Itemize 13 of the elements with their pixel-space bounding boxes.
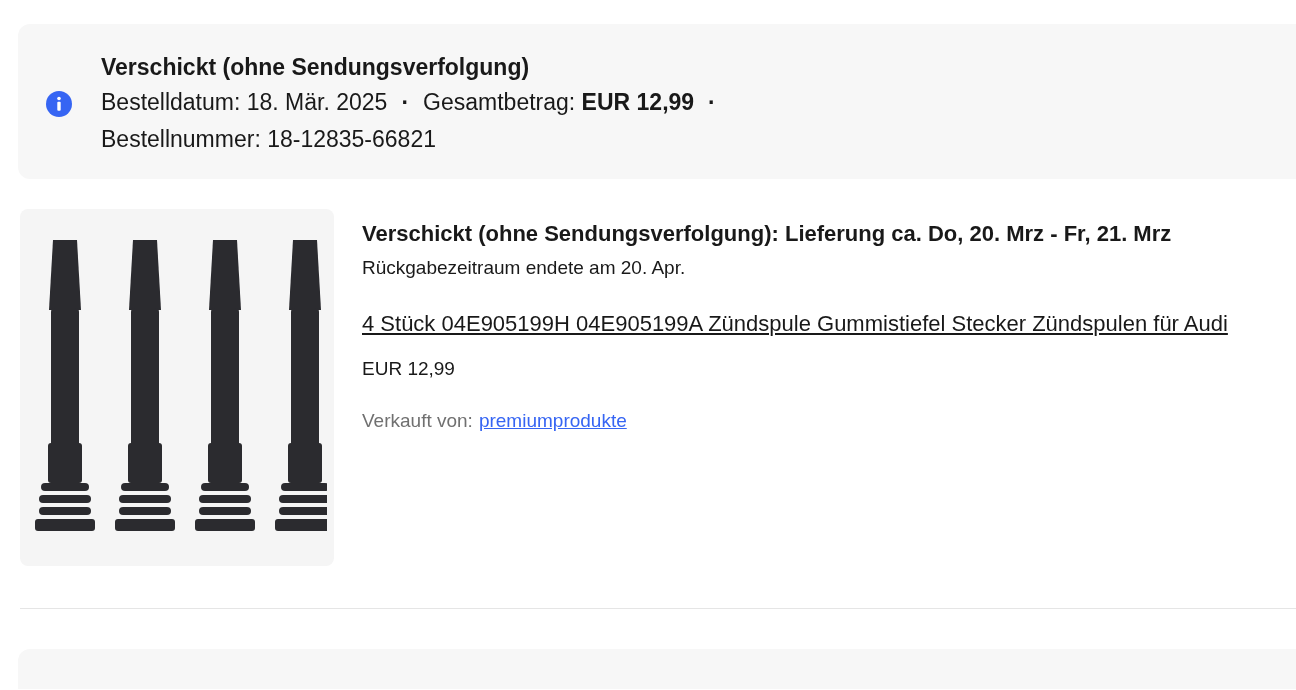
return-note: Rückgabezeitraum endete am 20. Apr. [362,257,687,279]
order-detail: Bestelldatum: 18. Mär. 2025 [101,89,388,116]
separator-dot: · [401,89,410,116]
seller-link[interactable]: premiumprodukte [478,410,627,431]
order-status: Verschickt (ohne Sendungsverfolgung) [101,54,531,81]
order-detail: Bestellnummer: 18-12835-66821 [101,126,436,153]
product-title-link[interactable]: 4 Stück 04E905199H 04E905199A Zündspule Gummistiefel Stecker Zündspulen für Audi [362,303,1242,344]
item-price: EUR 12,99 [362,358,456,380]
info-icon [46,90,72,117]
seller-label: Verkauft von: [362,410,473,431]
order-detail: Gesamtbetrag: EUR 12,99 [423,89,695,116]
delivery-estimate: Verschickt (ohne Sendungsverfolgung): Lieferung ca. Do, 20. Mrz - Fr, 21. Mrz [362,220,1173,248]
separator-dot: · [708,89,716,116]
